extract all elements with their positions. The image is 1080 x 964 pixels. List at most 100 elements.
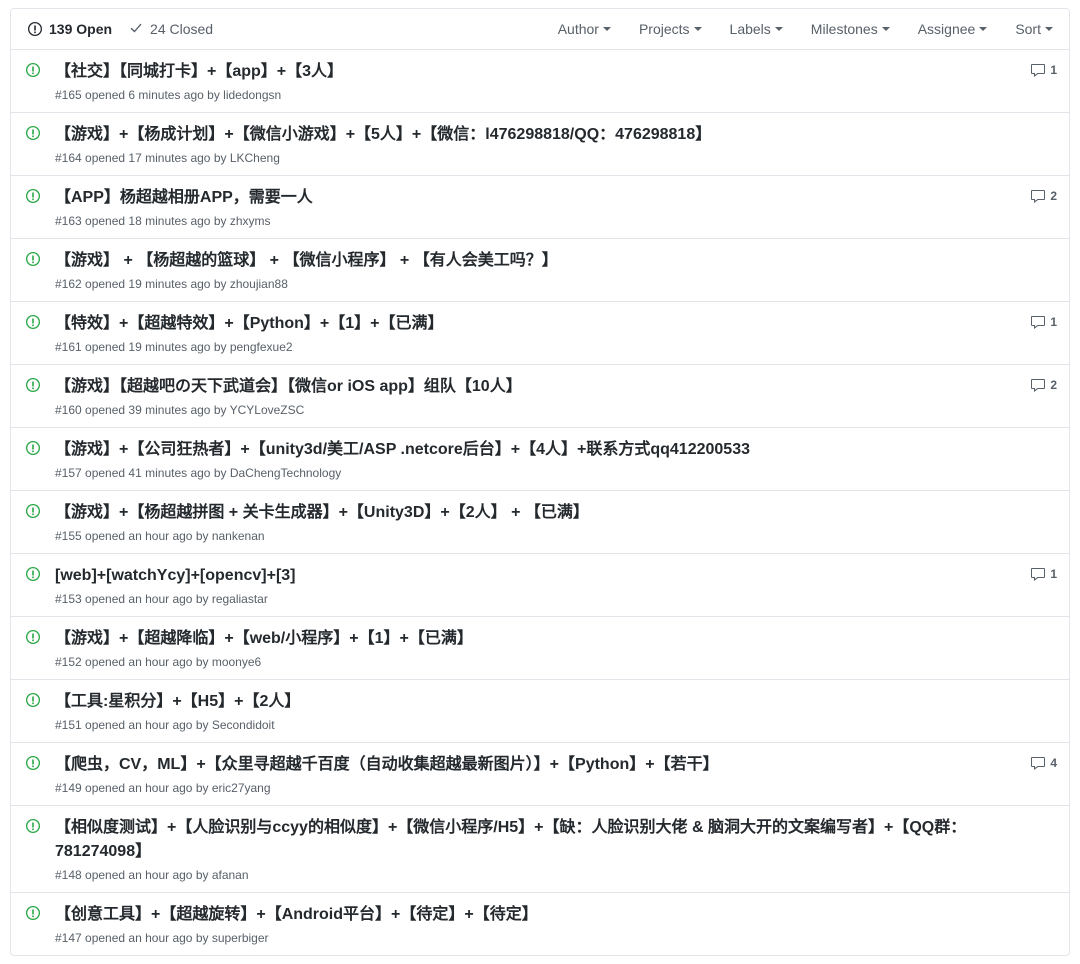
issue-comments-link[interactable]: 2 [1017, 186, 1057, 204]
issue-author-link[interactable]: lidedongsn [223, 88, 281, 102]
issue-row: 【APP】杨超越相册APP，需要一人#163 opened 18 minutes… [11, 175, 1069, 238]
issue-row: 【游戏】+【杨超越拼图 + 关卡生成器】+【Unity3D】+【2人】 + 【已… [11, 490, 1069, 553]
chevron-down-icon [882, 27, 890, 31]
closed-issues-link[interactable]: 24 Closed [128, 21, 213, 37]
issue-title-link[interactable]: 【游戏】+【超越降临】+【web/小程序】+【1】+【已满】 [55, 630, 473, 647]
issue-time: an hour ago [128, 655, 192, 669]
issue-comments-link [1017, 123, 1057, 125]
issue-title-link[interactable]: 【特效】+【超越特效】+【Python】+【1】+【已满】 [55, 315, 444, 332]
issue-open-icon [25, 60, 45, 78]
comment-count: 1 [1050, 63, 1057, 77]
issue-author-link[interactable]: regaliastar [212, 592, 268, 606]
issue-title-link[interactable]: 【社交】【同城打卡】+【app】+【3人】 [55, 63, 343, 80]
issue-comments-link[interactable]: 4 [1017, 753, 1057, 771]
comment-icon [1030, 188, 1046, 204]
issue-main: 【游戏】 + 【杨超越的篮球】 + 【微信小程序】 + 【有人会美工吗？】 #16… [45, 249, 1017, 291]
issue-title-link[interactable]: 【创意工具】+【超越旋转】+【Android平台】+【待定】+【待定】 [55, 906, 538, 923]
issue-row: 【游戏】【超越吧の天下武道会】【微信or iOS app】组队【10人】 #160… [11, 364, 1069, 427]
issue-title-link[interactable]: 【工具:星积分】+【H5】+【2人】 [55, 693, 300, 710]
issue-meta: #149 opened an hour ago by eric27yang [55, 781, 1007, 795]
issue-number: #164 [55, 151, 82, 165]
issue-number: #162 [55, 277, 82, 291]
issue-main: 【APP】杨超越相册APP，需要一人#163 opened 18 minutes… [45, 186, 1017, 228]
issue-comments-link [1017, 627, 1057, 629]
chevron-down-icon [775, 27, 783, 31]
issue-author-link[interactable]: eric27yang [212, 781, 271, 795]
filter-milestones[interactable]: Milestones [811, 21, 890, 37]
issue-row: 【游戏】+【公司狂热者】+【unity3d/美工/ASP .netcore后台】… [11, 427, 1069, 490]
chevron-down-icon [979, 27, 987, 31]
issue-comments-link [1017, 816, 1057, 818]
issue-row: 【工具:星积分】+【H5】+【2人】#151 opened an hour ag… [11, 679, 1069, 742]
issue-open-icon [25, 501, 45, 519]
issue-open-icon [25, 375, 45, 393]
issue-open-icon [25, 186, 45, 204]
issue-title-link[interactable]: 【游戏】+【杨超越拼图 + 关卡生成器】+【Unity3D】+【2人】 + 【已… [55, 504, 589, 521]
issue-comments-link [1017, 903, 1057, 905]
issue-meta: #165 opened 6 minutes ago by lidedongsn [55, 88, 1007, 102]
issue-meta: #155 opened an hour ago by nankenan [55, 529, 1007, 543]
comment-icon [1030, 314, 1046, 330]
issue-time: 19 minutes ago [128, 277, 210, 291]
issue-meta: #160 opened 39 minutes ago by YCYLoveZSC [55, 403, 1007, 417]
issue-comments-link[interactable]: 1 [1017, 564, 1057, 582]
issue-title-link[interactable]: 【爬虫，CV，ML】+【众里寻超越千百度（自动收集超越最新图片）】+【Pytho… [55, 756, 719, 773]
comment-icon [1030, 755, 1046, 771]
issue-title-link[interactable]: [web]+[watchYcy]+[opencv]+[3] [55, 567, 296, 584]
comment-icon [1030, 377, 1046, 393]
issue-author-link[interactable]: DaChengTechnology [230, 466, 341, 480]
issue-author-link[interactable]: nankenan [212, 529, 265, 543]
issues-container: 【社交】【同城打卡】+【app】+【3人】 #165 opened 6 minut… [11, 50, 1069, 955]
issue-time: 19 minutes ago [128, 340, 210, 354]
issue-main: 【游戏】+【杨成计划】+【微信小游戏】+【5人】+【微信：l476298818/… [45, 123, 1017, 165]
issue-number: #151 [55, 718, 82, 732]
issue-row: 【特效】+【超越特效】+【Python】+【1】+【已满】#161 opened… [11, 301, 1069, 364]
issue-meta: #148 opened an hour ago by afanan [55, 868, 1007, 882]
comment-count: 4 [1050, 756, 1057, 770]
chevron-down-icon [603, 27, 611, 31]
issue-meta: #152 opened an hour ago by moonye6 [55, 655, 1007, 669]
closed-count: 24 [150, 21, 166, 37]
issue-time: 17 minutes ago [128, 151, 210, 165]
chevron-down-icon [1045, 27, 1053, 31]
issue-author-link[interactable]: LKCheng [230, 151, 280, 165]
issue-number: #163 [55, 214, 82, 228]
issue-author-link[interactable]: Secondidoit [212, 718, 275, 732]
issue-time: 41 minutes ago [128, 466, 210, 480]
issue-open-icon [25, 123, 45, 141]
filter-sort[interactable]: Sort [1015, 21, 1053, 37]
open-count: 139 [49, 21, 72, 37]
issue-author-link[interactable]: YCYLoveZSC [230, 403, 305, 417]
comment-icon [1030, 566, 1046, 582]
issue-author-link[interactable]: superbiger [212, 931, 269, 945]
issue-time: 18 minutes ago [128, 214, 210, 228]
issue-author-link[interactable]: afanan [212, 868, 249, 882]
comment-count: 1 [1050, 315, 1057, 329]
filter-assignee[interactable]: Assignee [918, 21, 988, 37]
filter-author[interactable]: Author [558, 21, 611, 37]
issue-title-link[interactable]: 【游戏】 + 【杨超越的篮球】 + 【微信小程序】 + 【有人会美工吗？】 [55, 252, 558, 269]
issue-title-link[interactable]: 【游戏】+【公司狂热者】+【unity3d/美工/ASP .netcore后台】… [55, 441, 750, 458]
issue-author-link[interactable]: zhxyms [230, 214, 271, 228]
issue-title-link[interactable]: 【APP】杨超越相册APP，需要一人 [55, 189, 313, 206]
open-issues-link[interactable]: 139 Open [27, 21, 112, 37]
issue-author-link[interactable]: zhoujian88 [230, 277, 288, 291]
issue-comments-link[interactable]: 1 [1017, 60, 1057, 78]
issue-title-link[interactable]: 【相似度测试】+【人脸识别与ccyy的相似度】+【微信小程序/H5】+【缺：人脸… [55, 819, 966, 860]
issue-row: 【创意工具】+【超越旋转】+【Android平台】+【待定】+【待定】#147 … [11, 892, 1069, 955]
issue-title-link[interactable]: 【游戏】【超越吧の天下武道会】【微信or iOS app】组队【10人】 [55, 378, 522, 395]
filter-projects[interactable]: Projects [639, 21, 702, 37]
issue-comments-link[interactable]: 2 [1017, 375, 1057, 393]
issue-number: #155 [55, 529, 82, 543]
issue-author-link[interactable]: pengfexue2 [230, 340, 293, 354]
issue-number: #148 [55, 868, 82, 882]
issue-meta: #162 opened 19 minutes ago by zhoujian88 [55, 277, 1007, 291]
issue-title-link[interactable]: 【游戏】+【杨成计划】+【微信小游戏】+【5人】+【微信：l476298818/… [55, 126, 711, 143]
comment-count: 2 [1050, 189, 1057, 203]
issue-time: an hour ago [128, 781, 192, 795]
issue-comments-link[interactable]: 1 [1017, 312, 1057, 330]
filter-labels[interactable]: Labels [730, 21, 783, 37]
issue-main: 【特效】+【超越特效】+【Python】+【1】+【已满】#161 opened… [45, 312, 1017, 354]
issue-author-link[interactable]: moonye6 [212, 655, 261, 669]
issue-main: 【游戏】+【超越降临】+【web/小程序】+【1】+【已满】 #152 opene… [45, 627, 1017, 669]
